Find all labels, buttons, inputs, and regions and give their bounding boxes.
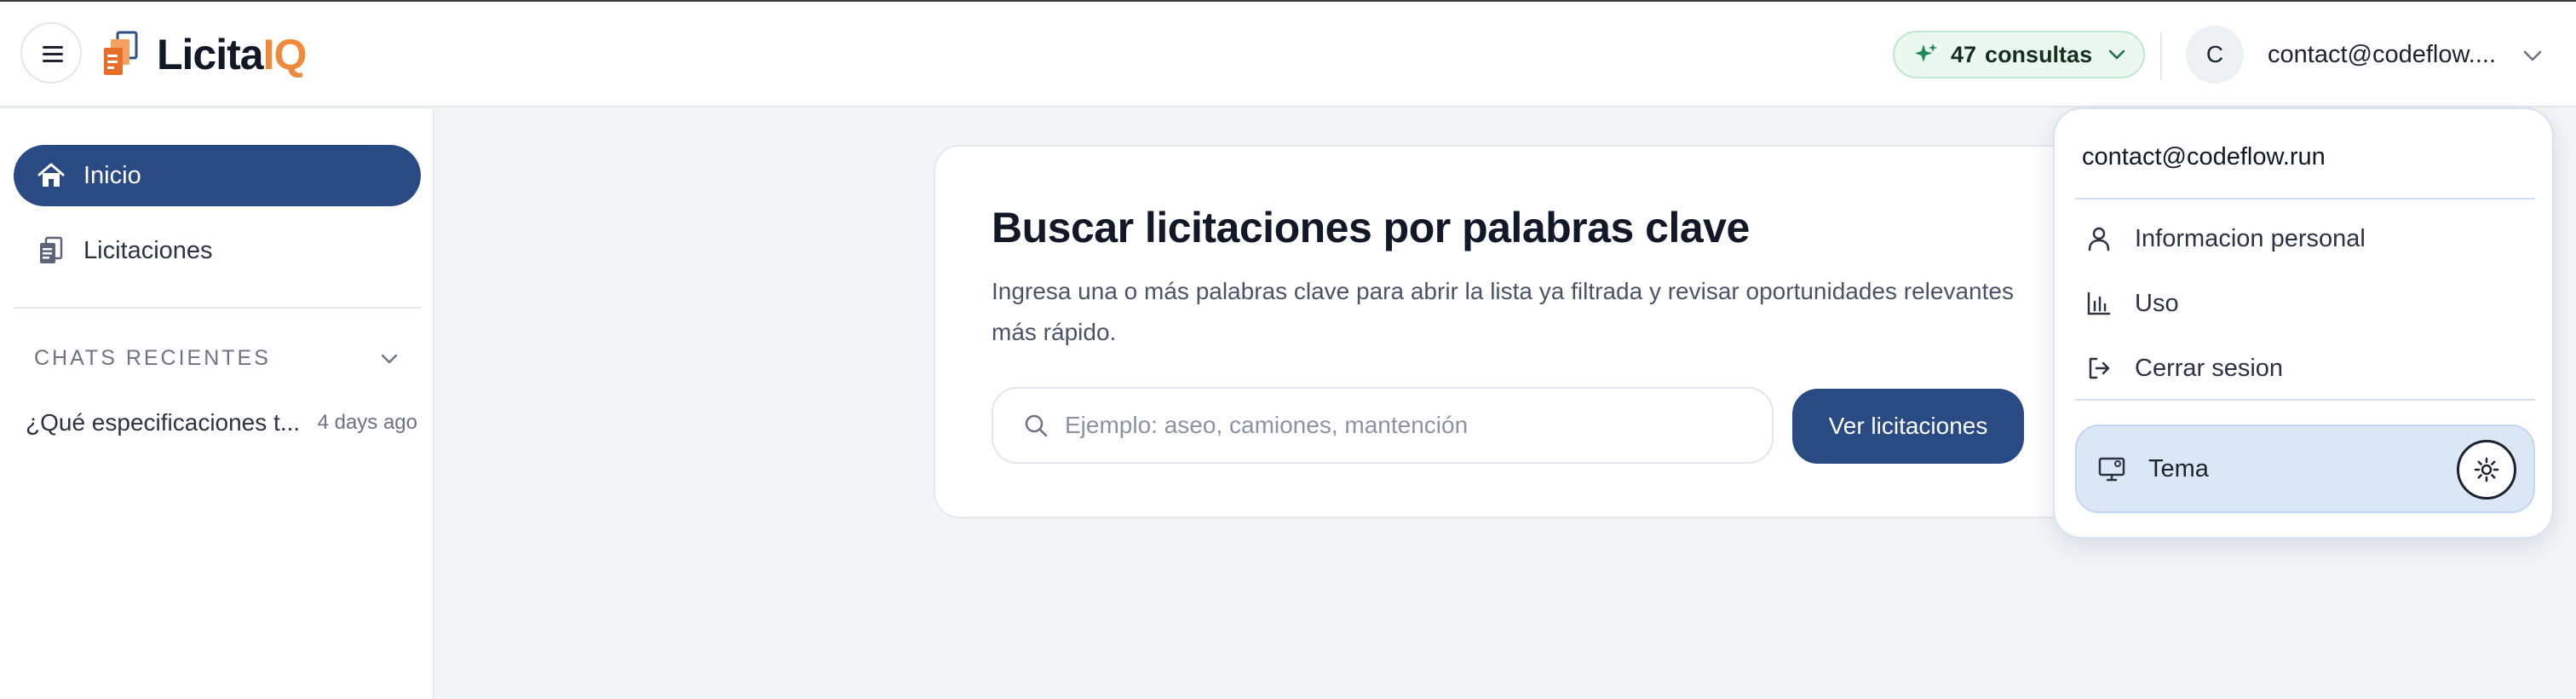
search-card: Buscar licitaciones por palabras clave I… [934,145,2075,518]
logo-text: LicitaIQ [157,30,308,79]
menu-button[interactable] [20,22,82,84]
sidebar-item-label: Licitaciones [83,236,213,264]
menu-item-uso[interactable]: Uso [2085,283,2179,324]
collapse-chevron-icon[interactable] [377,346,402,372]
user-dropdown-menu: contact@codeflow.run Informacion persona… [2053,107,2554,539]
sidebar-item-licitaciones[interactable]: Licitaciones [14,220,421,281]
credits-count: 47 [1951,41,1977,67]
user-email[interactable]: contact@codeflow.... [2268,41,2496,69]
hamburger-icon-bar [43,53,63,55]
bar-chart-icon [2087,292,2111,315]
menu-item-logout[interactable]: Cerrar sesion [2085,348,2283,389]
header-divider [2160,32,2162,80]
search-icon [1025,414,1048,437]
sparkle-icon [1915,43,1937,62]
dropdown-email: contact@codeflow.run [2082,143,2326,170]
logo-text-licita: Licita [157,31,264,78]
sidebar-item-inicio[interactable]: Inicio [14,145,421,206]
logo-icon [104,31,138,75]
chat-time: 4 days ago [317,411,417,434]
top-header: LicitaIQ 47 consultas C contact@codeflow… [0,2,2576,107]
menu-item-personal-info[interactable]: Informacion personal [2085,218,2366,259]
menu-item-label: Cerrar sesion [2135,354,2284,382]
dropdown-divider [2075,198,2535,199]
theme-label: Tema [2148,454,2209,482]
ver-licitaciones-button[interactable]: Ver licitaciones [1792,389,2024,464]
app-logo[interactable]: LicitaIQ [102,30,308,79]
sun-icon [2474,457,2499,482]
sidebar: Inicio Licitaciones CHATS RECIENTES ¿Qué… [0,109,434,699]
user-menu-chevron-icon[interactable] [2520,43,2545,68]
theme-toggle-button[interactable] [2457,440,2516,500]
theme-row[interactable]: Tema [2075,425,2535,513]
recent-chat-item[interactable]: ¿Qué especificaciones t... 4 days ago [26,402,417,443]
page-title: Buscar licitaciones por palabras clave [992,204,1750,251]
menu-item-label: Uso [2135,289,2179,317]
monitor-icon [2098,457,2125,482]
avatar[interactable]: C [2186,26,2244,84]
hamburger-icon [43,46,63,49]
search-input[interactable] [1065,412,1763,439]
documents-icon [40,236,63,263]
sidebar-divider [14,307,421,309]
dropdown-divider [2075,399,2535,401]
page-description: Ingresa una o más palabras clave para ab… [992,278,2014,345]
chat-title: ¿Qué especificaciones t... [26,409,301,436]
credits-label: consultas [1985,41,2093,67]
hamburger-icon-bar [43,60,63,62]
logo-text-iq: IQ [262,31,308,78]
sidebar-item-label: Inicio [83,161,141,189]
credits-badge[interactable]: 47 consultas [1893,31,2145,78]
home-icon [37,163,65,187]
recent-chats-heading: CHATS RECIENTES [34,346,271,370]
user-icon [2088,227,2110,251]
menu-item-label: Informacion personal [2135,224,2366,252]
logout-icon [2089,357,2110,379]
search-field[interactable] [992,387,1774,464]
chevron-down-icon [2108,49,2125,60]
